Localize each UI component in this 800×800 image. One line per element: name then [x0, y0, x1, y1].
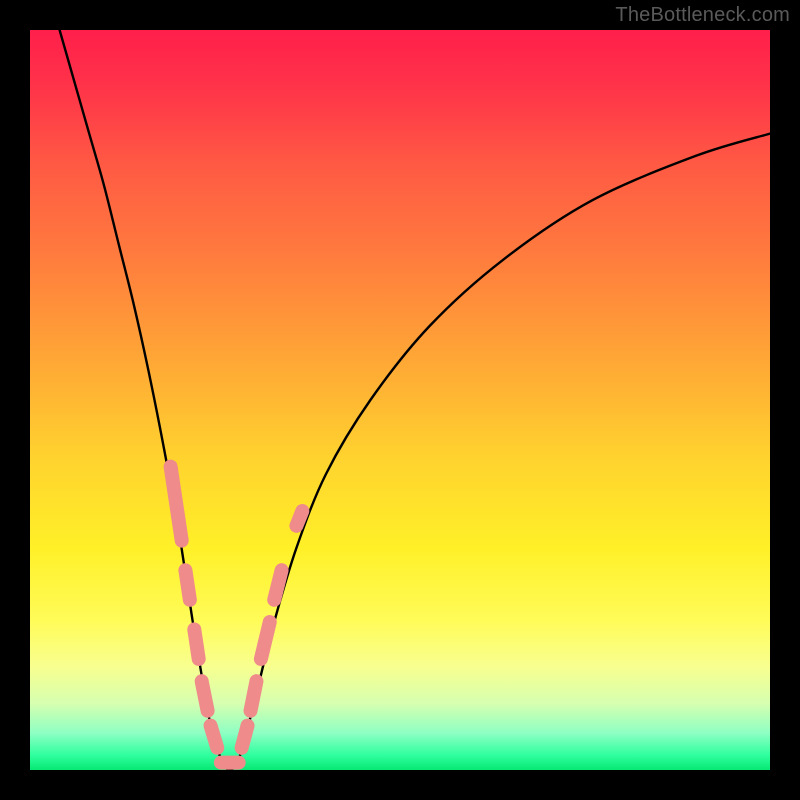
marker-right-dot [296, 511, 302, 526]
marker-left-band-2 [185, 570, 189, 600]
marker-left-band-5 [211, 726, 218, 748]
chart-plot-area [30, 30, 770, 770]
watermark-text: TheBottleneck.com [615, 4, 790, 27]
bottleneck-curve-path [60, 30, 770, 770]
markers-group [171, 467, 303, 763]
marker-left-band-1 [171, 467, 182, 541]
chart-svg [30, 30, 770, 770]
marker-right-band-4 [274, 570, 281, 600]
marker-left-band-4 [202, 681, 208, 711]
marker-left-band-3 [194, 629, 198, 659]
marker-right-band-2 [251, 681, 257, 711]
marker-right-band-1 [242, 726, 248, 748]
chart-frame: TheBottleneck.com [0, 0, 800, 800]
marker-right-band-3 [261, 622, 270, 659]
curve-group [60, 30, 770, 770]
